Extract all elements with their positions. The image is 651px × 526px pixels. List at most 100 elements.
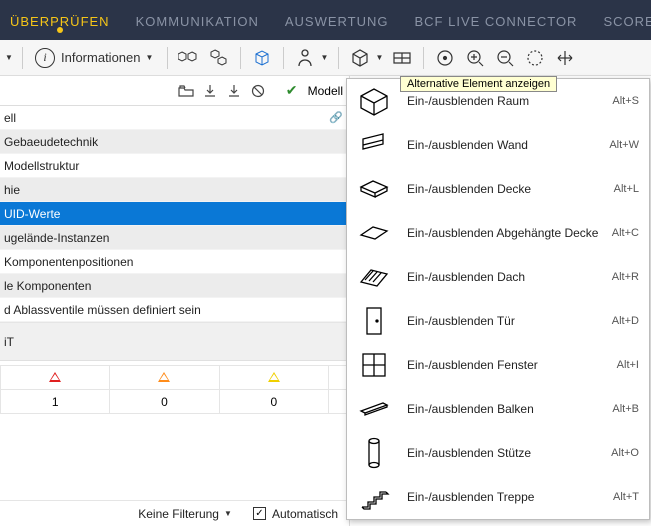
tree-row-label: ugelände-Instanzen — [4, 231, 109, 245]
box-toggle-icon[interactable] — [347, 45, 373, 71]
separator — [338, 47, 339, 69]
tree-row[interactable]: hie — [0, 178, 349, 202]
menu-label: Ein-/ausblenden Tür — [407, 314, 600, 328]
tab-score[interactable]: SCORE — [599, 4, 651, 37]
tree-row-label: Modellstruktur — [4, 159, 79, 173]
chevron-down-icon: ▼ — [145, 53, 155, 62]
results-table: 1 0 0 — [0, 365, 349, 414]
filter-combo[interactable]: Keine Filterung ▼ — [133, 504, 238, 524]
auto-label: Automatisch — [272, 507, 338, 521]
menu-item-abg-decke[interactable]: Ein-/ausblenden Abgehängte Decke Alt+C — [347, 211, 649, 255]
tree-row[interactable]: Modellstruktur — [0, 154, 349, 178]
separator — [423, 47, 424, 69]
info-dropdown[interactable]: i Informationen ▼ — [31, 48, 159, 68]
zoom-out-icon[interactable] — [492, 45, 518, 71]
tree-row[interactable]: Gebaeudetechnik — [0, 130, 349, 154]
modell-label: Modell — [306, 84, 343, 98]
chevron-down-icon[interactable]: ▼ — [320, 53, 330, 62]
count-critical: 1 — [1, 390, 110, 414]
chevron-down-icon[interactable]: ▼ — [375, 53, 385, 62]
menu-item-treppe[interactable]: Ein-/ausblenden Treppe Alt+T — [347, 475, 649, 519]
severity-minor-icon — [219, 366, 328, 390]
band-row[interactable]: iT — [0, 323, 349, 361]
menu-label: Ein-/ausblenden Decke — [407, 182, 602, 196]
link-icon[interactable]: 🔗 — [327, 109, 345, 127]
count-major: 0 — [110, 390, 219, 414]
door-icon — [353, 303, 395, 339]
menu-shortcut: Alt+B — [612, 403, 639, 415]
menu-label: Ein-/ausblenden Stütze — [407, 446, 599, 460]
separator — [283, 47, 284, 69]
ceiling-icon — [353, 215, 395, 251]
wall-icon — [353, 127, 395, 163]
menu-shortcut: Alt+R — [612, 271, 639, 283]
count-minor: 0 — [219, 390, 328, 414]
tree-row-selected[interactable]: UID-Werte — [0, 202, 349, 226]
info-icon: i — [35, 48, 55, 68]
menu-item-tuer[interactable]: Ein-/ausblenden Tür Alt+D — [347, 299, 649, 343]
download-icon[interactable] — [224, 81, 244, 101]
menu-item-wand[interactable]: Ein-/ausblenden Wand Alt+W — [347, 123, 649, 167]
menu-label: Ein-/ausblenden Balken — [407, 402, 600, 416]
info-label-text: Informationen — [61, 50, 141, 65]
menu-label: Ein-/ausblenden Abgehängte Decke — [407, 226, 600, 240]
room-icon — [353, 83, 395, 119]
tree-row-label: d Ablassventile müssen definiert sein — [4, 303, 201, 317]
auto-checkbox[interactable]: ✓ Automatisch — [248, 504, 343, 524]
ribbon-tabs: ÜBERPRÜFEN KOMMUNIKATION AUSWERTUNG BCF … — [0, 0, 651, 40]
window-icon — [353, 347, 395, 383]
severity-critical-icon — [1, 366, 110, 390]
tree-row[interactable]: le Komponenten — [0, 274, 349, 298]
menu-label: Ein-/ausblenden Raum — [407, 94, 600, 108]
menu-label: Ein-/ausblenden Fenster — [407, 358, 605, 372]
menu-shortcut: Alt+O — [611, 447, 639, 459]
download-icon[interactable] — [200, 81, 220, 101]
main-toolbar: ▼ i Informationen ▼ ▼ ▼ — [0, 40, 651, 76]
cubes-icon[interactable] — [176, 45, 202, 71]
menu-shortcut: Alt+L — [614, 183, 639, 195]
checkbox-icon: ✓ — [253, 507, 266, 520]
menu-item-dach[interactable]: Ein-/ausblenden Dach Alt+R — [347, 255, 649, 299]
left-panel: ✔ Modell ell 🔗 Gebaeudetechnik Modellstr… — [0, 76, 350, 526]
menu-item-stuetze[interactable]: Ein-/ausblenden Stütze Alt+O — [347, 431, 649, 475]
tree-row-label: Komponentenpositionen — [4, 255, 133, 269]
tree-row[interactable]: d Ablassventile müssen definiert sein — [0, 298, 349, 322]
tree-row-label: Gebaeudetechnik — [4, 135, 98, 149]
section-box-icon[interactable] — [389, 45, 415, 71]
pan-icon[interactable] — [552, 45, 578, 71]
tree-row[interactable]: ugelände-Instanzen — [0, 226, 349, 250]
tooltip: Alternative Element anzeigen — [400, 76, 557, 92]
ban-icon[interactable] — [248, 81, 268, 101]
zoom-in-icon[interactable] — [462, 45, 488, 71]
tree-row[interactable]: ell 🔗 — [0, 106, 349, 130]
column-icon — [353, 435, 395, 471]
menu-item-decke[interactable]: Ein-/ausblenden Decke Alt+L — [347, 167, 649, 211]
menu-shortcut: Alt+D — [612, 315, 639, 327]
menu-item-fenster[interactable]: Ein-/ausblenden Fenster Alt+I — [347, 343, 649, 387]
zoom-window-icon[interactable] — [522, 45, 548, 71]
left-caret-icon[interactable]: ▼ — [4, 53, 14, 62]
menu-label: Ein-/ausblenden Dach — [407, 270, 600, 284]
menu-shortcut: Alt+I — [617, 359, 639, 371]
check-icon[interactable]: ✔ — [282, 81, 302, 101]
band-label: iT — [4, 335, 14, 349]
tab-kommunikation[interactable]: KOMMUNIKATION — [132, 4, 263, 37]
tab-auswertung[interactable]: AUSWERTUNG — [281, 4, 393, 37]
cubes-federated-icon[interactable] — [206, 45, 232, 71]
person-icon[interactable] — [292, 45, 318, 71]
tree-row[interactable]: Komponentenpositionen — [0, 250, 349, 274]
menu-item-balken[interactable]: Ein-/ausblenden Balken Alt+B — [347, 387, 649, 431]
tree-row-label: ell — [4, 111, 16, 125]
element-visibility-menu: Ein-/ausblenden Raum Alt+S Ein-/ausblend… — [346, 78, 650, 520]
bottom-bar: Keine Filterung ▼ ✓ Automatisch — [0, 500, 349, 526]
tab-ueberpruefen[interactable]: ÜBERPRÜFEN — [6, 4, 114, 37]
tab-bcf[interactable]: BCF LIVE CONNECTOR — [411, 4, 582, 37]
zoom-extents-icon[interactable] — [432, 45, 458, 71]
menu-shortcut: Alt+T — [613, 491, 639, 503]
wire-cube-icon[interactable] — [249, 45, 275, 71]
menu-shortcut: Alt+S — [612, 95, 639, 107]
filter-label: Keine Filterung — [138, 507, 219, 521]
folder-open-icon[interactable] — [176, 81, 196, 101]
stair-icon — [353, 479, 395, 515]
chevron-down-icon: ▼ — [223, 509, 233, 518]
